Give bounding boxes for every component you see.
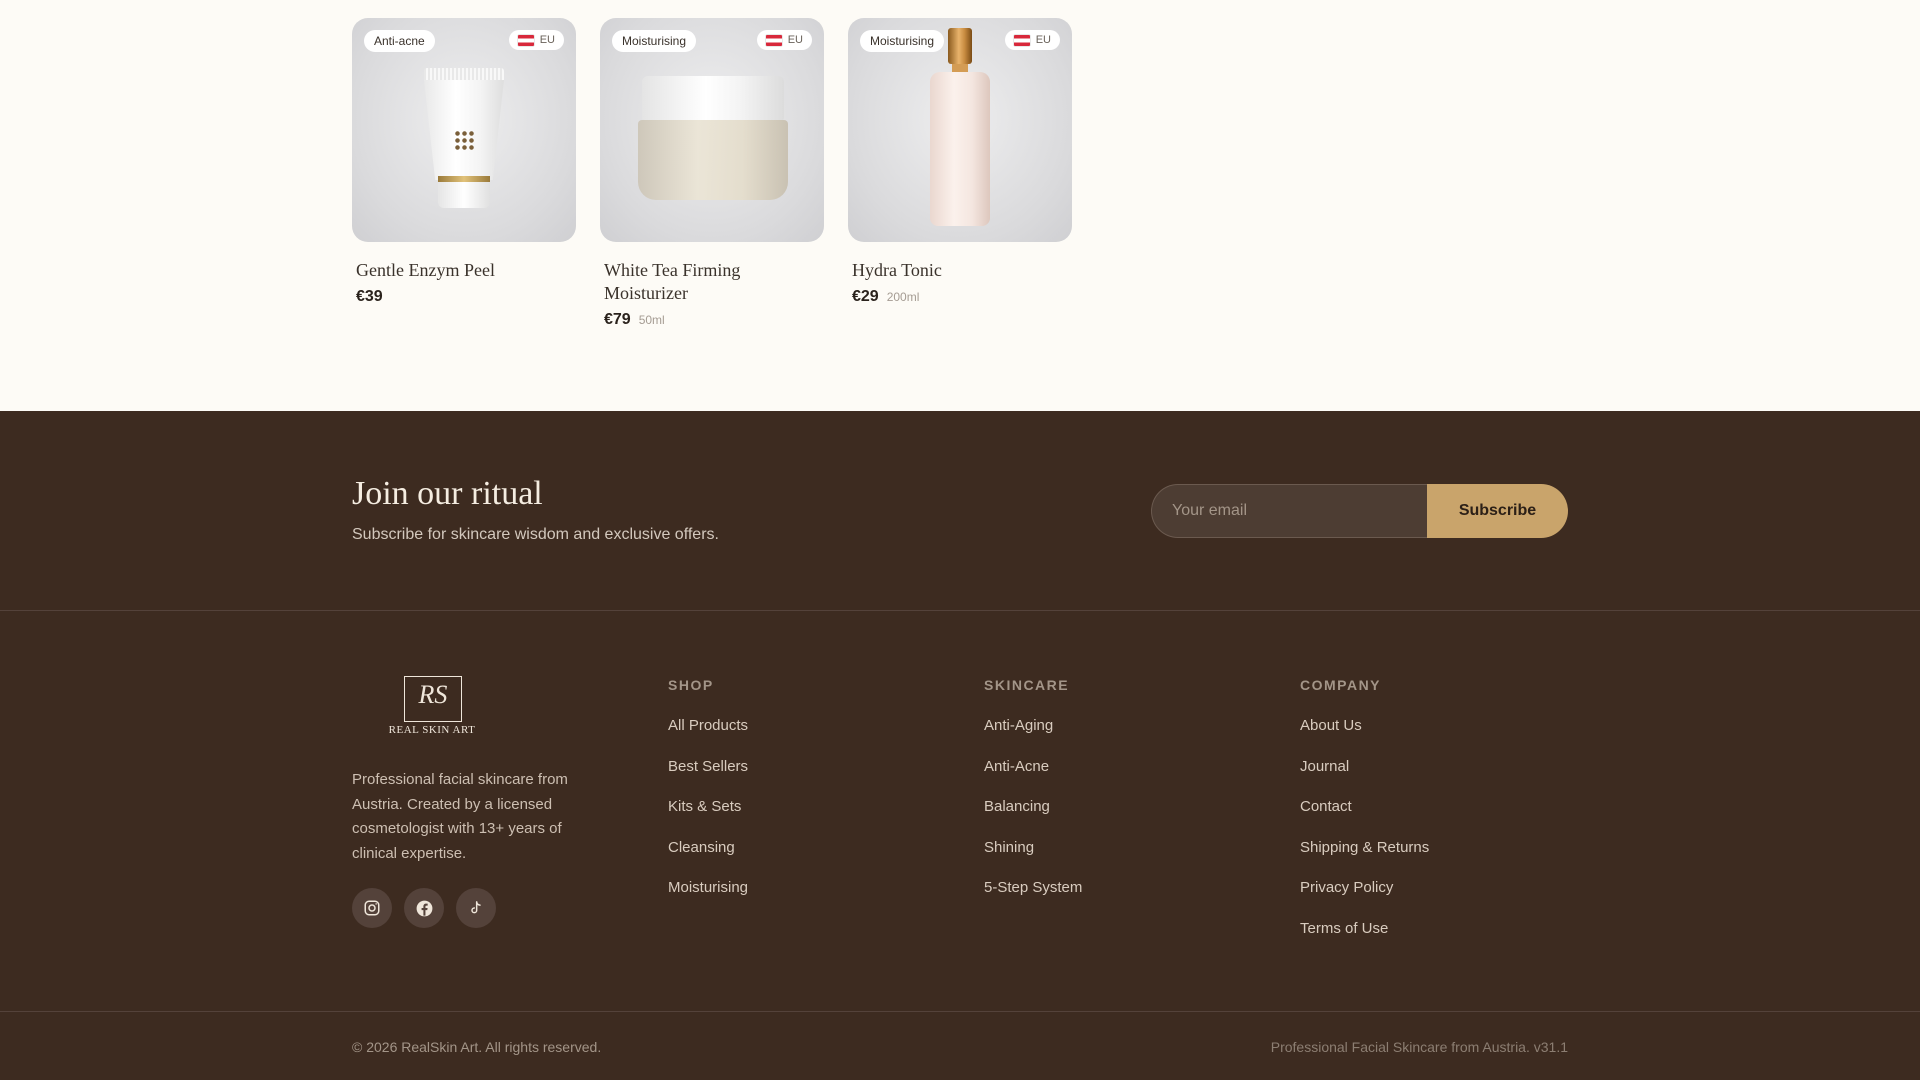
footer-link-kits-sets[interactable]: Kits & Sets [668,798,748,839]
product-image[interactable]: Moisturising EU [600,18,824,242]
product-tube-illustration [424,68,504,208]
austria-flag-icon [765,34,782,46]
austria-flag-icon [517,34,534,46]
product-card[interactable]: Moisturising EU White Tea Firming Moistu… [600,18,824,329]
origin-label: EU [787,34,803,46]
instagram-icon [364,900,380,916]
brand-monogram: RS [418,680,448,709]
product-name[interactable]: Hydra Tonic [848,259,1048,282]
tiktok-icon [471,901,481,914]
footer-link-balancing[interactable]: Balancing [984,798,1082,839]
product-badge: Moisturising [612,30,697,52]
newsletter-form: Subscribe [1151,484,1568,538]
footer-link-shining[interactable]: Shining [984,839,1082,880]
footer-column-company: COMPANY About Us Journal Contact Shippin… [1300,677,1429,961]
tiktok-link[interactable] [456,888,496,928]
email-input[interactable] [1151,484,1427,538]
product-price-row: €79 50ml [600,311,824,329]
product-image[interactable]: Anti-acne EU [352,18,576,242]
column-title-skincare: SKINCARE [984,677,1070,693]
product-price-row: €29 200ml [848,288,1072,306]
site-footer: Join our ritual Subscribe for skincare w… [0,411,1920,1080]
footer-link-all-products[interactable]: All Products [668,717,748,758]
origin-badge: EU [1004,30,1060,50]
footer-link-anti-acne[interactable]: Anti-Acne [984,758,1082,799]
footer-bottom-bar: © 2026 RealSkin Art. All rights reserved… [0,1011,1920,1080]
brand-wordmark: REAL SKIN ART [385,724,479,736]
footer-link-cleansing[interactable]: Cleansing [668,839,748,880]
newsletter-subtitle: Subscribe for skincare wisdom and exclus… [352,526,719,543]
origin-label: EU [1035,34,1051,46]
facebook-icon [416,900,432,916]
column-title-company: COMPANY [1300,677,1382,693]
product-card[interactable]: Moisturising EU Hydra Tonic €29 200ml [848,18,1072,329]
footer-tagline: Professional Facial Skincare from Austri… [1270,1039,1568,1055]
origin-badge: EU [508,30,564,50]
origin-badge: EU [756,30,812,50]
footer-link-anti-aging[interactable]: Anti-Aging [984,717,1082,758]
product-price: €29 [852,288,879,305]
product-price: €79 [604,311,631,328]
product-name[interactable]: White Tea Firming Moisturizer [600,259,800,305]
subscribe-button[interactable]: Subscribe [1427,484,1568,538]
footer-link-moisturising[interactable]: Moisturising [668,879,748,920]
austria-flag-icon [1013,34,1030,46]
footer-column-shop: SHOP All Products Best Sellers Kits & Se… [668,677,748,920]
footer-link-privacy-policy[interactable]: Privacy Policy [1300,879,1429,920]
product-grid: Anti-acne EU Gentle Enzym Peel €39 Moist… [352,18,1072,329]
product-jar-illustration [638,76,788,206]
brand-description: Professional facial skincare from Austri… [352,771,568,862]
newsletter-section: Join our ritual Subscribe for skincare w… [0,411,1920,611]
footer-link-contact[interactable]: Contact [1300,798,1429,839]
product-price-row: €39 [352,288,576,306]
brand-logo[interactable]: RS REAL SKIN ART [385,676,479,740]
product-volume: 200ml [886,290,920,304]
footer-link-5-step-system[interactable]: 5-Step System [984,879,1082,920]
footer-column-skincare: SKINCARE Anti-Aging Anti-Acne Balancing … [984,677,1082,920]
instagram-link[interactable] [352,888,392,928]
footer-link-about-us[interactable]: About Us [1300,717,1429,758]
facebook-link[interactable] [404,888,444,928]
newsletter-title: Join our ritual [352,475,543,512]
product-price: €39 [356,288,383,305]
product-name[interactable]: Gentle Enzym Peel [352,259,552,282]
column-title-shop: SHOP [668,677,714,693]
product-bottle-illustration [930,28,990,228]
product-volume: 50ml [638,313,665,327]
footer-link-journal[interactable]: Journal [1300,758,1429,799]
product-card[interactable]: Anti-acne EU Gentle Enzym Peel €39 [352,18,576,329]
product-image[interactable]: Moisturising EU [848,18,1072,242]
footer-link-best-sellers[interactable]: Best Sellers [668,758,748,799]
origin-label: EU [539,34,555,46]
copyright-text: © 2026 RealSkin Art. All rights reserved… [352,1039,602,1055]
social-links [352,888,496,928]
footer-link-shipping-returns[interactable]: Shipping & Returns [1300,839,1429,880]
product-badge: Anti-acne [364,30,435,52]
product-badge: Moisturising [860,30,945,52]
footer-link-terms-of-use[interactable]: Terms of Use [1300,920,1429,961]
